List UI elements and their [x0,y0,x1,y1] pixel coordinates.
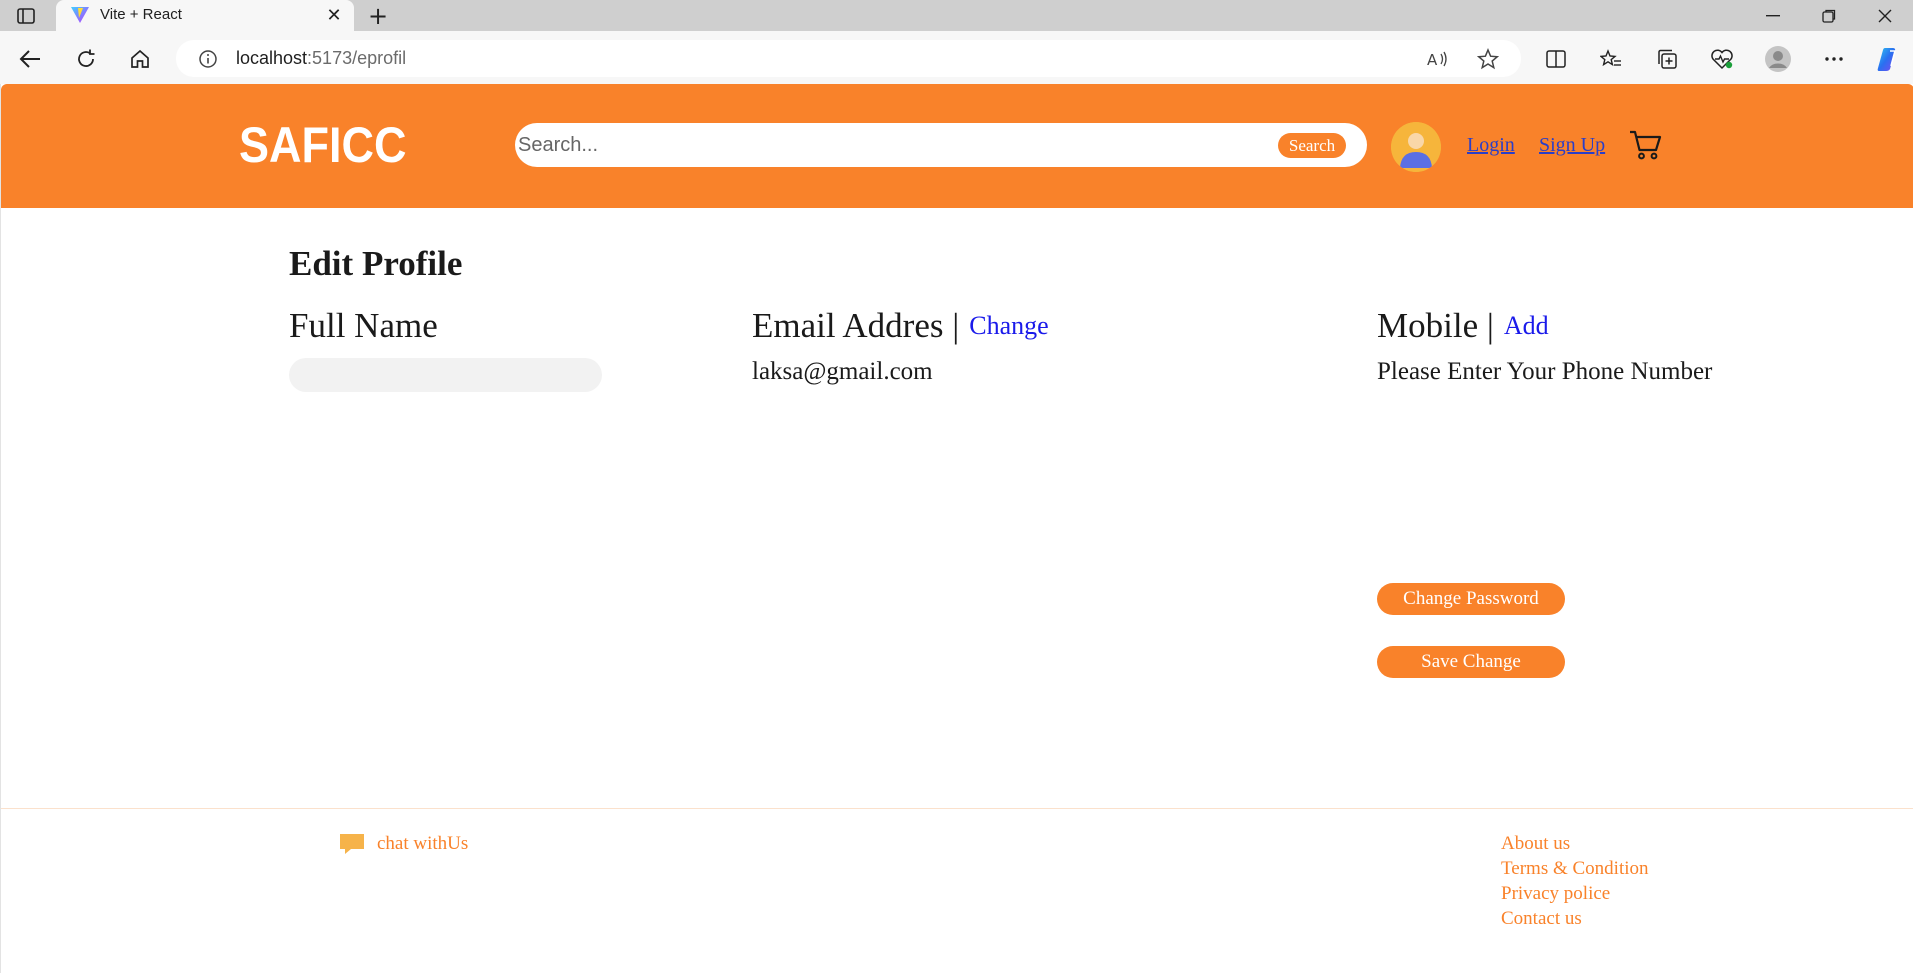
restore-icon[interactable] [1802,0,1856,31]
email-heading: Email Addres | Change [752,306,1049,346]
tab-title: Vite + React [100,6,182,23]
tab-actions-icon[interactable] [12,5,40,27]
footer-link-about[interactable]: About us [1501,831,1649,856]
favorite-star-icon[interactable] [1476,47,1500,71]
footer-link-privacy[interactable]: Privacy police [1501,881,1649,906]
refresh-icon[interactable] [70,43,102,75]
chat-label: chat withUs [377,833,469,854]
url-field[interactable]: localhost:5173/eprofil A [176,40,1521,77]
url-text: localhost:5173/eprofil [236,48,407,68]
back-icon[interactable] [14,43,46,75]
add-mobile-link[interactable]: Add [1504,311,1549,340]
user-avatar[interactable] [1391,122,1441,172]
close-window-icon[interactable] [1858,0,1912,31]
signup-link[interactable]: Sign Up [1539,134,1605,157]
search-input[interactable] [518,129,1258,161]
footer-link-terms[interactable]: Terms & Condition [1501,856,1649,881]
footer-link-contact[interactable]: Contact us [1501,906,1649,931]
site-header: SAFICC Search Login Sign Up [1,84,1913,208]
more-options-icon[interactable] [1818,43,1850,75]
page-title: Edit Profile [289,244,463,283]
favorites-icon[interactable] [1595,43,1627,75]
mobile-heading: Mobile | Add [1377,306,1549,346]
email-label: Email Addres | [752,306,960,345]
home-icon[interactable] [124,43,156,75]
site-info-icon[interactable] [198,49,218,69]
svg-text:A: A [1427,51,1438,68]
change-password-button[interactable]: Change Password [1377,583,1565,615]
cart-icon[interactable] [1629,128,1663,162]
search-button[interactable]: Search [1278,133,1346,158]
browser-essentials-icon[interactable] [1706,43,1738,75]
copilot-icon[interactable] [1872,43,1904,75]
browser-tab[interactable]: Vite + React ✕ [56,0,354,31]
collections-icon[interactable] [1651,43,1683,75]
search-bar: Search [515,123,1367,167]
email-value: laksa@gmail.com [752,358,933,385]
minimize-icon[interactable] [1746,0,1800,31]
chat-bubble-icon [340,834,364,854]
full-name-label: Full Name [289,306,438,345]
footer-links: About us Terms & Condition Privacy polic… [1501,831,1649,931]
site-footer: chat withUs About us Terms & Condition P… [1,808,1913,973]
save-change-button[interactable]: Save Change [1377,646,1565,678]
profile-icon[interactable] [1762,43,1794,75]
read-aloud-icon[interactable]: A [1426,47,1450,71]
browser-tab-strip: Vite + React ✕ + [0,0,1913,31]
page-viewport: SAFICC Search Login Sign Up Edit Profile… [0,84,1913,973]
site-logo[interactable]: SAFICC [239,116,406,174]
mobile-value: Please Enter Your Phone Number [1377,358,1713,385]
vite-logo-icon [71,7,89,23]
address-bar: localhost:5173/eprofil A [0,31,1913,84]
chat-with-us[interactable]: chat withUs [339,832,468,856]
full-name-input[interactable] [289,358,602,392]
mobile-label: Mobile | [1377,306,1494,345]
new-tab-icon[interactable]: + [364,2,392,30]
change-email-link[interactable]: Change [969,311,1048,340]
split-screen-icon[interactable] [1540,43,1572,75]
tab-close-icon[interactable]: ✕ [323,4,345,26]
login-link[interactable]: Login [1467,134,1515,157]
